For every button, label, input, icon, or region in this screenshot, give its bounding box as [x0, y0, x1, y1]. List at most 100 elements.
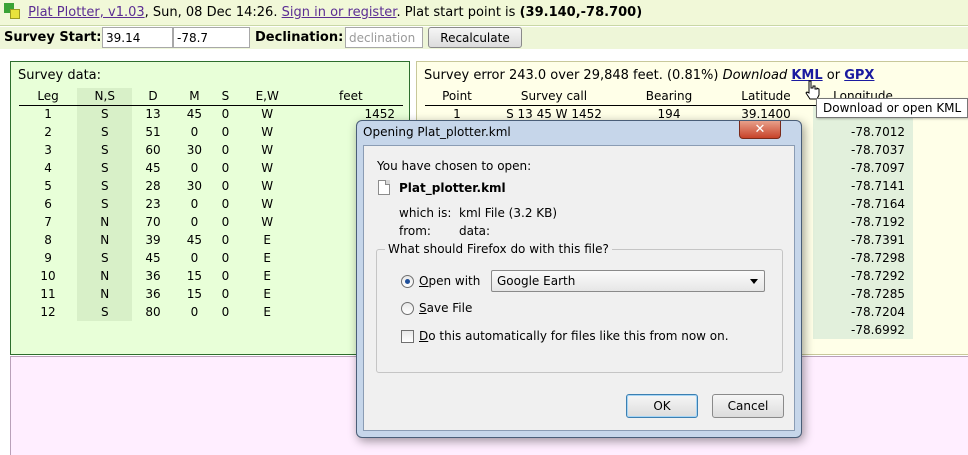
- action-groupbox: What should Firefox do with this file? O…: [376, 242, 783, 373]
- survey-error-text: Survey error 243.0 over 29,848 feet. (0.…: [424, 68, 719, 83]
- declination-label: Declination:: [255, 30, 344, 45]
- signin-link[interactable]: Sign in or register: [282, 5, 397, 20]
- longitude-cell: -78.7037: [813, 141, 913, 159]
- plat-plotter-logo-icon: [4, 3, 20, 19]
- col-header: Leg: [19, 88, 78, 106]
- table-cell: 45: [186, 107, 203, 122]
- table-cell: 13: [145, 107, 161, 122]
- table-row: 5 S 28 30 0 W: [19, 177, 403, 195]
- auto-action-label[interactable]: Do this automatically for files like thi…: [419, 329, 729, 343]
- table-cell: E: [263, 269, 271, 283]
- table-header-row: Leg N,S D M S E,W feet: [19, 88, 403, 106]
- table-cell: 5: [44, 179, 52, 193]
- save-file-label[interactable]: Save File: [419, 301, 472, 315]
- auto-action-checkbox[interactable]: [401, 330, 414, 343]
- survey-data-rows: 1 S 13 45 0 W 1452 2 S 51 0 0 W 3 S 60 30 0 W 4 S 45 0 0 W 5 S 28 30…: [19, 105, 403, 321]
- survey-start-lat-input[interactable]: [102, 27, 173, 48]
- table-cell: 80: [145, 305, 161, 319]
- table-cell: S: [77, 159, 133, 177]
- table-cell: 12: [40, 305, 56, 319]
- table-cell: 60: [145, 143, 161, 157]
- longitude-cell: -78.7097: [813, 159, 913, 177]
- cancel-button[interactable]: Cancel: [712, 394, 784, 418]
- download-label: Download: [722, 68, 788, 83]
- table-cell: W: [261, 179, 274, 193]
- col-header: E,W: [235, 88, 299, 106]
- table-row: 12 S 80 0 0 E: [19, 303, 403, 321]
- dialog-filename: Plat_plotter.kml: [399, 181, 506, 195]
- table-cell: 11: [40, 287, 56, 301]
- table-cell: 6: [44, 197, 52, 211]
- table-cell: 1: [44, 107, 52, 122]
- table-cell: 70: [145, 215, 161, 229]
- chevron-down-icon: [750, 279, 758, 284]
- start-point-value: (39.140,-78.700): [519, 5, 643, 20]
- table-cell: 30: [186, 143, 203, 157]
- table-cell: W: [261, 125, 274, 139]
- app-link[interactable]: Plat Plotter, v1.03: [28, 5, 145, 20]
- open-with-radio[interactable]: [401, 275, 414, 288]
- table-cell: 7: [44, 215, 52, 229]
- ok-button[interactable]: OK: [626, 394, 698, 418]
- recalculate-button[interactable]: Recalculate: [428, 27, 522, 48]
- longitude-cell: -78.7292: [813, 267, 913, 285]
- header-datetime: , Sun, 08 Dec 14:26.: [144, 5, 278, 20]
- table-cell: W: [261, 215, 274, 229]
- longitude-cell: -78.7164: [813, 195, 913, 213]
- table-cell: E: [263, 233, 271, 247]
- table-cell: 0: [221, 251, 230, 265]
- application-select[interactable]: Google Earth: [491, 270, 765, 292]
- table-cell: N: [77, 213, 133, 231]
- col-header: Survey call: [489, 88, 619, 106]
- close-button[interactable]: ✕: [739, 121, 781, 139]
- gpx-link[interactable]: GPX: [844, 68, 874, 83]
- which-is-value: kml File (3.2 KB): [459, 206, 558, 220]
- save-file-radio[interactable]: [401, 302, 414, 315]
- table-cell: S: [77, 303, 133, 321]
- auto-action-accesskey: D: [419, 329, 429, 343]
- table-row: 9 S 45 0 0 E: [19, 249, 403, 267]
- table-cell: 0: [190, 215, 199, 229]
- longitude-cell: -78.7204: [813, 303, 913, 321]
- table-cell: W: [261, 143, 274, 157]
- table-cell: N: [77, 231, 133, 249]
- table-cell: N: [77, 285, 133, 303]
- col-header: feet: [298, 88, 403, 106]
- file-icon: [378, 180, 390, 195]
- table-row: 10 N 36 15 0 E: [19, 267, 403, 285]
- table-cell: E: [263, 287, 271, 301]
- table-cell: 0: [221, 287, 230, 301]
- table-cell: S: [77, 177, 133, 195]
- survey-start-label: Survey Start:: [4, 30, 102, 45]
- open-with-label[interactable]: Open with: [419, 274, 480, 288]
- table-cell: S: [77, 195, 133, 213]
- longitude-cell: -78.7391: [813, 231, 913, 249]
- table-cell: 23: [145, 197, 161, 211]
- table-cell: 39: [145, 233, 161, 247]
- table-cell: 0: [190, 125, 199, 139]
- survey-start-lon-input[interactable]: [173, 27, 250, 48]
- table-row: 11 N 36 15 0 E: [19, 285, 403, 303]
- start-prefix: . Plat start point is: [396, 5, 516, 20]
- col-header: S: [215, 88, 236, 106]
- hand-cursor-icon: [805, 80, 820, 100]
- table-cell: 0: [221, 215, 230, 229]
- save-file-accesskey: S: [419, 301, 427, 315]
- application-select-value: Google Earth: [497, 274, 576, 288]
- table-cell: 0: [221, 125, 230, 139]
- from-label: from:: [399, 224, 431, 238]
- table-cell: 30: [186, 179, 203, 193]
- table-cell: N: [77, 267, 133, 285]
- table-cell: E: [263, 251, 271, 265]
- declination-input[interactable]: [345, 27, 423, 48]
- table-cell: 0: [190, 161, 199, 175]
- longitude-cell: -78.7012: [813, 123, 913, 141]
- longitude-cell: -78.7192: [813, 213, 913, 231]
- table-cell: E: [263, 305, 271, 319]
- table-cell: 10: [40, 269, 56, 283]
- table-row: 4 S 45 0 0 W: [19, 159, 403, 177]
- col-header: Latitude: [719, 88, 813, 106]
- longitude-cell: -78.7141: [813, 177, 913, 195]
- longitude-cell: -78.6992: [813, 321, 913, 339]
- table-row: 3 S 60 30 0 W: [19, 141, 403, 159]
